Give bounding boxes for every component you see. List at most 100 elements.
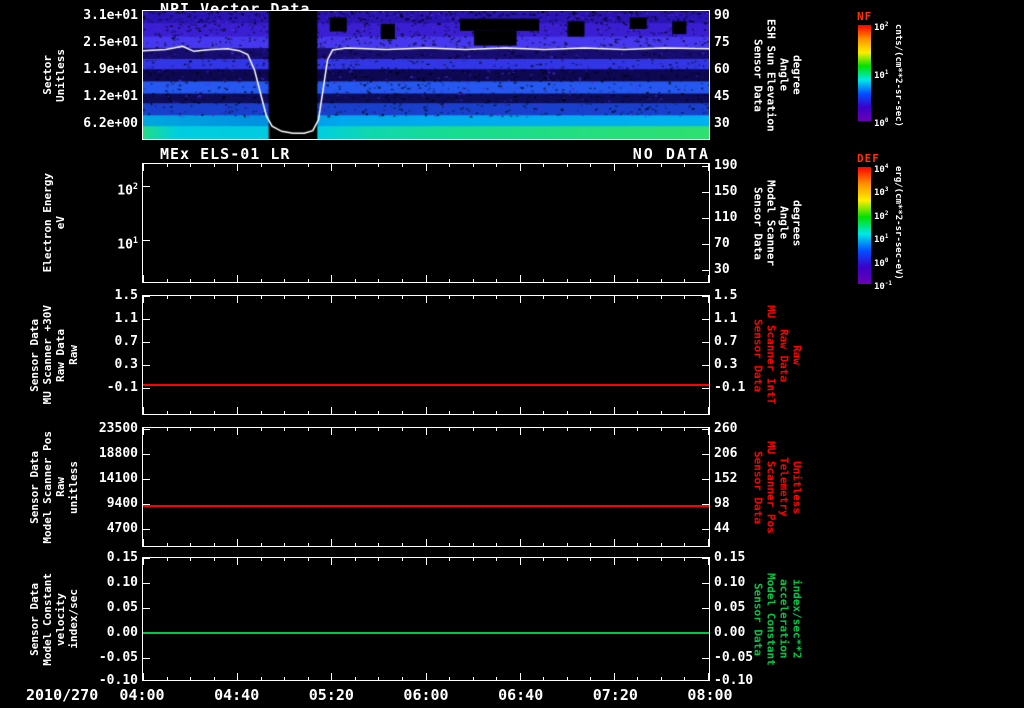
y-tick-mark <box>702 244 709 245</box>
colorbar-tick-label: 103 <box>874 187 889 199</box>
x-tick-mark <box>590 543 592 546</box>
axis-label-line: Sensor Data <box>751 318 765 392</box>
axis-label-line: Raw <box>66 345 80 365</box>
x-tick-mark <box>637 558 639 561</box>
x-tick-mark <box>166 558 168 561</box>
time-tick-label: 07:20 <box>592 686 638 704</box>
x-tick-mark <box>708 673 709 680</box>
y-tick-mark <box>143 529 150 530</box>
x-tick-mark <box>284 428 286 431</box>
axis-label-line: unitless <box>66 460 80 514</box>
x-tick-mark <box>449 279 451 282</box>
y-tick-mark <box>143 679 150 681</box>
y-axis-label-left: Sensor Data Model Constant velocity index/s… <box>22 547 86 691</box>
y-tick-mark <box>143 364 150 366</box>
x-tick-mark <box>449 543 451 546</box>
x-tick-mark <box>660 558 662 561</box>
x-tick-mark <box>401 296 403 299</box>
y-tick-mark <box>702 454 709 455</box>
axis-label-line: Electron Energy <box>40 173 54 273</box>
y-tick-mark <box>702 478 709 480</box>
axis-label-line: index/sec**2 <box>790 579 804 659</box>
y-tick-mark <box>143 342 150 344</box>
colorbar-tick-label: 102 <box>874 210 889 222</box>
y-tick-mark <box>702 364 709 366</box>
axis-label-line: Raw <box>790 345 804 365</box>
axis-label-line: Sensor Data <box>27 450 41 524</box>
x-tick-mark <box>472 164 474 167</box>
y-axis-label-left: Sector Unitless <box>22 0 86 150</box>
x-tick-mark <box>708 296 709 303</box>
x-tick-mark <box>190 543 192 546</box>
def-colorbar-units: erg/(cm**2-sr-sec-eV) <box>893 166 903 280</box>
x-tick-mark <box>401 411 403 414</box>
x-tick-mark <box>449 411 451 414</box>
model-scanner-pos-panel <box>142 427 710 547</box>
x-tick-mark <box>708 407 709 414</box>
axis-label-line: Model Constant <box>764 572 778 666</box>
x-tick-mark <box>260 279 262 282</box>
x-tick-mark <box>496 279 498 282</box>
x-tick-mark <box>284 279 286 282</box>
x-tick-mark <box>425 558 427 565</box>
colorbar-tick-label: 100 <box>874 118 889 129</box>
nf-colorbar-title: NF <box>857 10 873 23</box>
x-tick-mark <box>237 428 239 435</box>
colorbar-tick-label: 100 <box>874 257 889 269</box>
x-tick-mark <box>543 558 545 561</box>
x-tick-mark <box>590 558 592 561</box>
x-tick-mark <box>331 296 333 303</box>
x-tick-mark <box>213 428 215 431</box>
y-axis-label-left: Sensor Data Model Scanner Pos Raw unitless <box>22 417 86 557</box>
x-tick-mark <box>331 407 333 414</box>
x-tick-mark <box>331 673 333 680</box>
nf-colorbar-units: cnts/(cm**2-sr-sec) <box>893 24 903 127</box>
x-tick-mark <box>660 164 662 167</box>
x-tick-mark <box>472 411 474 414</box>
axis-label-line: Raw Data <box>53 328 67 382</box>
x-tick-mark <box>543 296 545 299</box>
x-tick-mark <box>543 543 545 546</box>
x-tick-mark <box>708 539 709 546</box>
x-tick-mark <box>331 539 333 546</box>
x-tick-mark <box>190 296 192 299</box>
x-tick-mark <box>166 411 168 414</box>
axis-label-line: Raw <box>53 477 67 497</box>
x-tick-mark <box>378 543 380 546</box>
x-tick-mark <box>425 539 427 546</box>
colorbar-tick-label: 101 <box>874 70 889 81</box>
x-tick-mark <box>519 296 521 303</box>
x-tick-mark <box>143 673 144 680</box>
time-tick-label: 06:40 <box>498 686 544 704</box>
x-tick-mark <box>708 164 709 171</box>
x-tick-mark <box>449 677 451 680</box>
x-tick-mark <box>566 558 568 561</box>
x-tick-mark <box>143 428 144 435</box>
axis-label-line: Raw Data <box>777 328 791 382</box>
y-tick-mark <box>143 388 150 389</box>
x-tick-mark <box>708 275 709 282</box>
x-tick-mark <box>613 428 615 435</box>
x-tick-mark <box>519 539 521 546</box>
x-tick-mark <box>331 558 333 565</box>
x-tick-mark <box>613 275 615 282</box>
y-tick-mark <box>702 583 709 585</box>
axis-label-line: Unitless <box>53 48 67 102</box>
x-tick-mark <box>708 558 709 565</box>
x-tick-mark <box>284 411 286 414</box>
x-tick-mark <box>519 428 521 435</box>
x-tick-mark <box>425 673 427 680</box>
x-tick-mark <box>543 279 545 282</box>
x-tick-mark <box>401 164 403 167</box>
x-tick-mark <box>590 279 592 282</box>
data-line <box>143 384 709 386</box>
axis-label-line: Sector <box>40 55 54 95</box>
x-tick-mark <box>237 539 239 546</box>
y-tick-mark <box>702 388 709 389</box>
x-tick-mark <box>566 279 568 282</box>
x-tick-mark <box>213 411 215 414</box>
x-tick-mark <box>284 677 286 680</box>
x-tick-mark <box>143 275 144 282</box>
x-tick-mark <box>613 558 615 565</box>
panel2-title: MEx ELS-01 LR <box>160 145 291 163</box>
